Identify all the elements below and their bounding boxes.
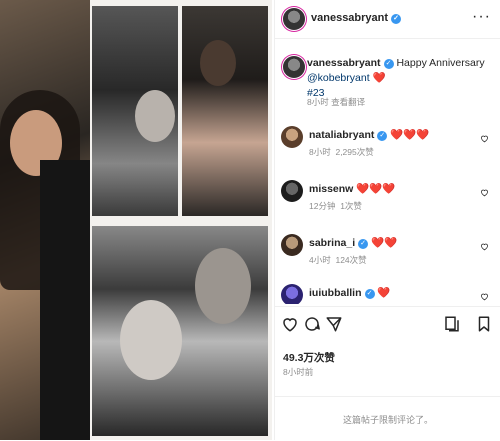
caption-meta: 8小时 查看翻译 [307, 96, 365, 108]
comment-text-line: nataliabryant ✓ ❤️❤️❤️ [309, 128, 430, 141]
comment-likes[interactable]: 124次赞 [335, 255, 366, 265]
collection-icon[interactable] [443, 315, 461, 333]
comments-footer: 这篇帖子限制评论了。 [275, 396, 500, 441]
comment-time: 8小时 [309, 147, 331, 157]
caption-time: 8小时 [307, 97, 329, 107]
comment-heart-icon[interactable] [480, 134, 489, 143]
face-shape [120, 300, 182, 380]
comment-time: 4小时 [309, 255, 331, 265]
caption-text: Happy Anniversary [396, 57, 485, 69]
caption-username[interactable]: vanessabryant [307, 57, 381, 69]
verified-icon: ✓ [364, 289, 375, 299]
author-username-text[interactable]: vanessabryant [311, 12, 388, 24]
verified-icon: ✓ [383, 59, 394, 69]
photo-top-right [182, 6, 268, 216]
comment-body: ❤️ [377, 287, 391, 299]
screenshot-root: vanessabryant ✓ ··· vanessabryant ✓ Happy … [0, 0, 500, 440]
share-icon[interactable] [325, 315, 343, 333]
bookmark-icon[interactable] [475, 315, 493, 333]
translate-button[interactable]: 查看翻译 [331, 97, 365, 107]
commenter-avatar[interactable] [281, 234, 303, 256]
comment-item: nataliabryant ✓ ❤️❤️❤️ 8小时 2,295次赞 [281, 126, 495, 166]
face-shape [135, 90, 175, 142]
caption-avatar[interactable] [283, 56, 305, 78]
face-shape [195, 248, 251, 324]
commenter-username[interactable]: sabrina_i [309, 237, 355, 249]
photo-left [0, 0, 90, 440]
commenter-username[interactable]: missenw [309, 183, 353, 195]
comment-heart-icon[interactable] [480, 242, 489, 251]
more-horizontal-icon[interactable]: ··· [472, 8, 491, 26]
comment-heart-icon[interactable] [480, 292, 489, 301]
comment-item: iuiubballin ✓ ❤️ [281, 284, 495, 304]
comment-item: missenw ❤️❤️❤️ 12分钟 1次赞 [281, 180, 495, 220]
verified-icon: ✓ [391, 14, 402, 24]
heart-icon[interactable] [281, 315, 299, 333]
comment-text-line: iuiubballin ✓ ❤️ [309, 286, 391, 299]
comment-heart-icon[interactable] [480, 188, 489, 197]
commenter-username[interactable]: nataliabryant [309, 129, 374, 141]
post-header: vanessabryant ✓ ··· [275, 0, 500, 39]
verified-icon: ✓ [358, 239, 369, 249]
action-bar [275, 306, 500, 341]
author-avatar[interactable] [283, 8, 305, 30]
post-panel: vanessabryant ✓ ··· vanessabryant ✓ Happy … [274, 0, 500, 440]
comment-text-line: missenw ❤️❤️❤️ [309, 182, 396, 195]
photo-collage[interactable] [0, 0, 272, 440]
comment-item: sabrina_i ✓ ❤️❤️ 4小时 124次赞 [281, 234, 495, 274]
commenter-avatar[interactable] [281, 284, 303, 304]
comments-restricted-text: 这篇帖子限制评论了。 [342, 415, 433, 425]
comment-likes[interactable]: 1次赞 [340, 201, 362, 211]
comment-meta: 8小时 2,295次赞 [309, 146, 374, 158]
comment-meta: 4小时 124次赞 [309, 254, 367, 266]
caption: vanessabryant ✓ Happy Anniversary @kobebr… [307, 56, 493, 101]
commenter-avatar[interactable] [281, 126, 303, 148]
suit-shape [40, 160, 90, 440]
likes-count[interactable]: 49.3万次赞 [283, 350, 335, 365]
comment-body: ❤️❤️ [371, 237, 398, 249]
commenter-username[interactable]: iuiubballin [309, 287, 362, 299]
comment-icon[interactable] [303, 315, 321, 333]
comment-body: ❤️❤️❤️ [390, 129, 430, 141]
comment-text-line: sabrina_i ✓ ❤️❤️ [309, 236, 397, 249]
comment-likes[interactable]: 2,295次赞 [335, 147, 373, 157]
comment-time: 12分钟 [309, 201, 336, 211]
comment-body: ❤️❤️❤️ [356, 183, 396, 195]
face-shape [200, 40, 236, 86]
author-username[interactable]: vanessabryant ✓ [311, 12, 402, 24]
caption-hearts: ❤️ [372, 72, 386, 84]
commenter-avatar[interactable] [281, 180, 303, 202]
comment-meta: 12分钟 1次赞 [309, 200, 362, 212]
post-time: 8小时前 [283, 367, 314, 377]
caption-mention-link[interactable]: @kobebryant [307, 72, 370, 84]
verified-icon: ✓ [377, 131, 388, 141]
